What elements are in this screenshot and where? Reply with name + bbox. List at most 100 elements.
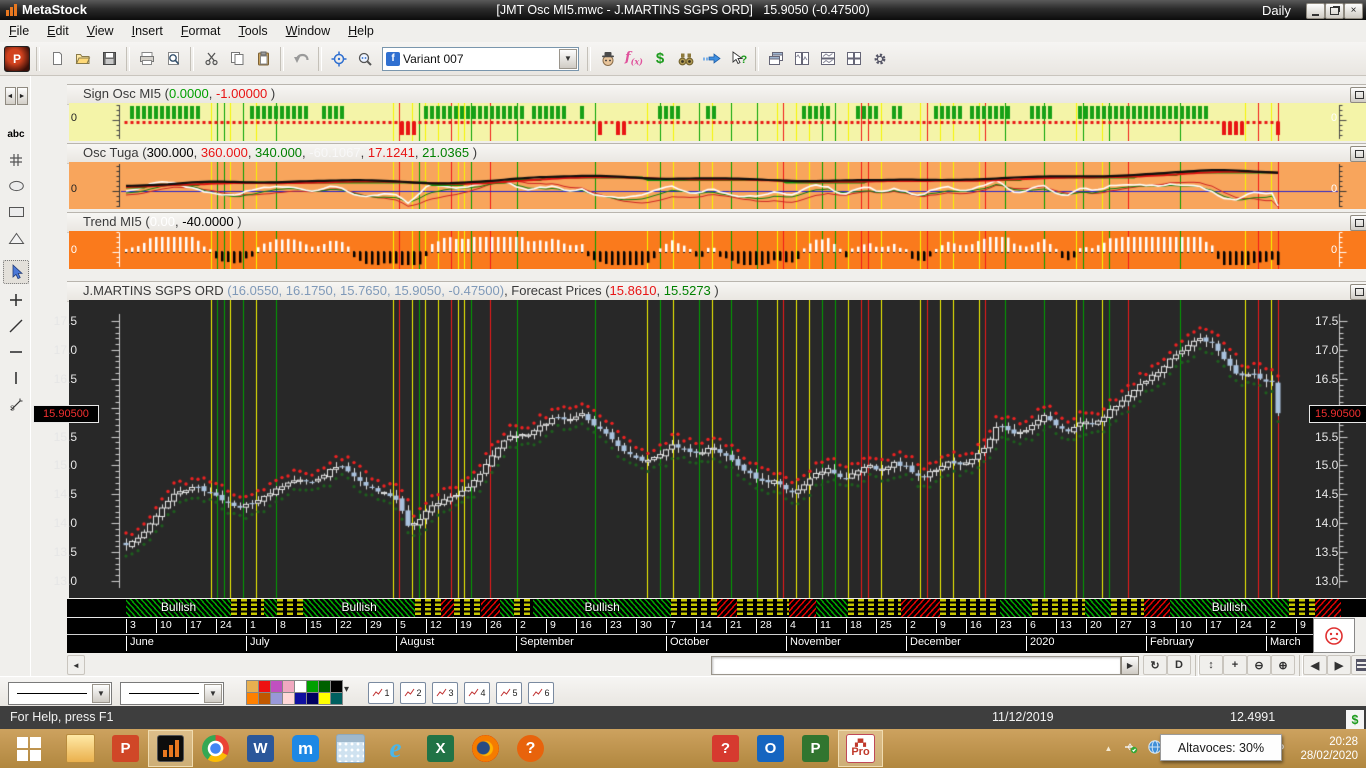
panel-maximize-button[interactable] — [1350, 284, 1366, 300]
taskbar-app-outlook[interactable]: O — [748, 730, 793, 767]
color-swatch[interactable] — [330, 692, 343, 705]
data-window-button[interactable] — [1351, 655, 1366, 675]
usb-tray-icon[interactable] — [1123, 740, 1139, 757]
sign-plot[interactable] — [69, 103, 1366, 141]
taskbar-app-calculator[interactable] — [328, 730, 373, 767]
tile-vertical-icon[interactable] — [790, 47, 814, 71]
scrollbar-right-arrow[interactable]: ▶ — [1121, 656, 1139, 675]
dropdown-arrow-icon[interactable]: ▼ — [204, 684, 222, 703]
target-icon[interactable] — [327, 47, 351, 71]
line-style-combobox[interactable]: ▼ — [8, 682, 112, 705]
taskbar-app-metastock-pro[interactable]: ▞▚Pro — [838, 730, 883, 767]
taskbar-app-red-help[interactable]: ? — [703, 730, 748, 767]
panel-maximize-button[interactable] — [1350, 87, 1366, 103]
detective-icon[interactable] — [596, 47, 620, 71]
menu-item-view[interactable]: View — [78, 20, 123, 38]
rectangle-tool[interactable] — [3, 200, 29, 224]
close-button[interactable]: × — [1344, 3, 1363, 19]
zoom-in-button[interactable]: ⊕ — [1271, 655, 1295, 675]
dropdown-arrow-icon[interactable]: ▼ — [92, 684, 110, 703]
taskbar-app-internet-explorer[interactable]: e — [373, 730, 418, 767]
chart-template-button-5[interactable]: 5 — [496, 682, 522, 704]
triangle-tool[interactable] — [3, 226, 29, 250]
indicator-builder-icon[interactable]: f(x) — [622, 47, 646, 71]
copy-icon[interactable] — [225, 47, 249, 71]
chart-template-button-3[interactable]: 3 — [432, 682, 458, 704]
paste-icon[interactable] — [251, 47, 275, 71]
zoom-out-button[interactable]: ⊖ — [1247, 655, 1271, 675]
chart-template-button-4[interactable]: 4 — [464, 682, 490, 704]
taskbar-app-project[interactable]: P — [793, 730, 838, 767]
menu-item-window[interactable]: Window — [277, 20, 339, 38]
chart-template-button-2[interactable]: 2 — [400, 682, 426, 704]
chart-template-button-6[interactable]: 6 — [528, 682, 554, 704]
week-label: 10 — [156, 619, 186, 633]
main-plot[interactable] — [69, 300, 1366, 598]
scroll-pair-tool[interactable]: ◄► — [3, 84, 29, 108]
trend-plot[interactable] — [69, 231, 1366, 269]
zoom-preview-icon[interactable] — [161, 47, 185, 71]
options-gear-icon[interactable] — [868, 47, 892, 71]
expert-advisor-icon[interactable] — [700, 47, 724, 71]
taskbar-app-help-circle[interactable]: ? — [508, 730, 553, 767]
taskbar-app-powerpoint[interactable]: P — [103, 730, 148, 767]
panel-maximize-button[interactable] — [1350, 215, 1366, 231]
menu-item-help[interactable]: Help — [339, 20, 383, 38]
system-tester-icon[interactable]: $ — [648, 47, 672, 71]
vertical-scale-button[interactable]: ↕ — [1199, 655, 1223, 675]
menu-item-edit[interactable]: Edit — [38, 20, 78, 38]
scroll-left-button[interactable]: ◄ — [67, 655, 85, 675]
pointer-tool[interactable] — [3, 260, 29, 284]
panel-maximize-button[interactable] — [1350, 146, 1366, 162]
new-document-icon[interactable] — [45, 47, 69, 71]
open-folder-icon[interactable] — [71, 47, 95, 71]
dropdown-arrow-icon[interactable]: ▼ — [559, 49, 577, 69]
text-abc-tool[interactable]: abc — [3, 122, 29, 146]
palette-dropdown-icon[interactable]: ▾ — [344, 684, 349, 695]
taskbar-app-metastock[interactable] — [148, 730, 193, 767]
tuga-plot[interactable] — [69, 162, 1366, 209]
taskbar-app-maxthon[interactable]: m — [283, 730, 328, 767]
taskbar-app-excel[interactable]: X — [418, 730, 463, 767]
menu-item-tools[interactable]: Tools — [229, 20, 276, 38]
taskbar-app-chrome[interactable] — [193, 730, 238, 767]
cascade-windows-icon[interactable] — [764, 47, 788, 71]
tile-grid-icon[interactable] — [842, 47, 866, 71]
print-icon[interactable] — [135, 47, 159, 71]
line-weight-combobox[interactable]: ▼ — [120, 682, 224, 705]
taskbar-app-file-explorer[interactable] — [58, 730, 103, 767]
trend-line-tool[interactable] — [3, 314, 29, 338]
taskbar-clock[interactable]: 20:2828/02/2020 — [1300, 735, 1358, 763]
periodicity-button[interactable]: D — [1167, 655, 1191, 675]
horizontal-line-tool[interactable] — [3, 340, 29, 364]
semilog-line-tool[interactable]: S — [3, 392, 29, 416]
pan-button[interactable]: + — [1223, 655, 1247, 675]
horizontal-scrollbar[interactable] — [711, 656, 1121, 675]
recalculate-button[interactable]: ↻ — [1143, 655, 1167, 675]
restore-button[interactable] — [1325, 3, 1344, 19]
menu-item-file[interactable]: File — [0, 20, 38, 38]
undo-icon[interactable] — [289, 47, 313, 71]
tile-horizontal-icon[interactable] — [816, 47, 840, 71]
taskbar-app-firefox[interactable] — [463, 730, 508, 767]
next-button[interactable]: ▶ — [1327, 655, 1351, 675]
previous-button[interactable]: ◀ — [1303, 655, 1327, 675]
zoom-drag-icon[interactable] — [353, 47, 377, 71]
tray-expand-icon[interactable]: ▲ — [1105, 744, 1113, 753]
vertical-line-tool[interactable] — [3, 366, 29, 390]
minimize-button[interactable] — [1306, 3, 1325, 19]
taskbar-app-word[interactable]: W — [238, 730, 283, 767]
grid-tool[interactable] — [3, 148, 29, 172]
expert-alert-button[interactable] — [1313, 618, 1355, 653]
variant-combobox[interactable]: fVariant 007▼ — [382, 47, 579, 71]
context-help-icon[interactable]: ? — [726, 47, 750, 71]
chart-template-button-1[interactable]: 1 — [368, 682, 394, 704]
ellipse-tool[interactable] — [3, 174, 29, 198]
cut-icon[interactable] — [199, 47, 223, 71]
crosshair-tool[interactable] — [3, 288, 29, 312]
menu-item-format[interactable]: Format — [172, 20, 230, 38]
menu-item-insert[interactable]: Insert — [123, 20, 172, 38]
binoculars-icon[interactable] — [674, 47, 698, 71]
save-icon[interactable] — [97, 47, 121, 71]
start-button[interactable] — [0, 730, 58, 767]
